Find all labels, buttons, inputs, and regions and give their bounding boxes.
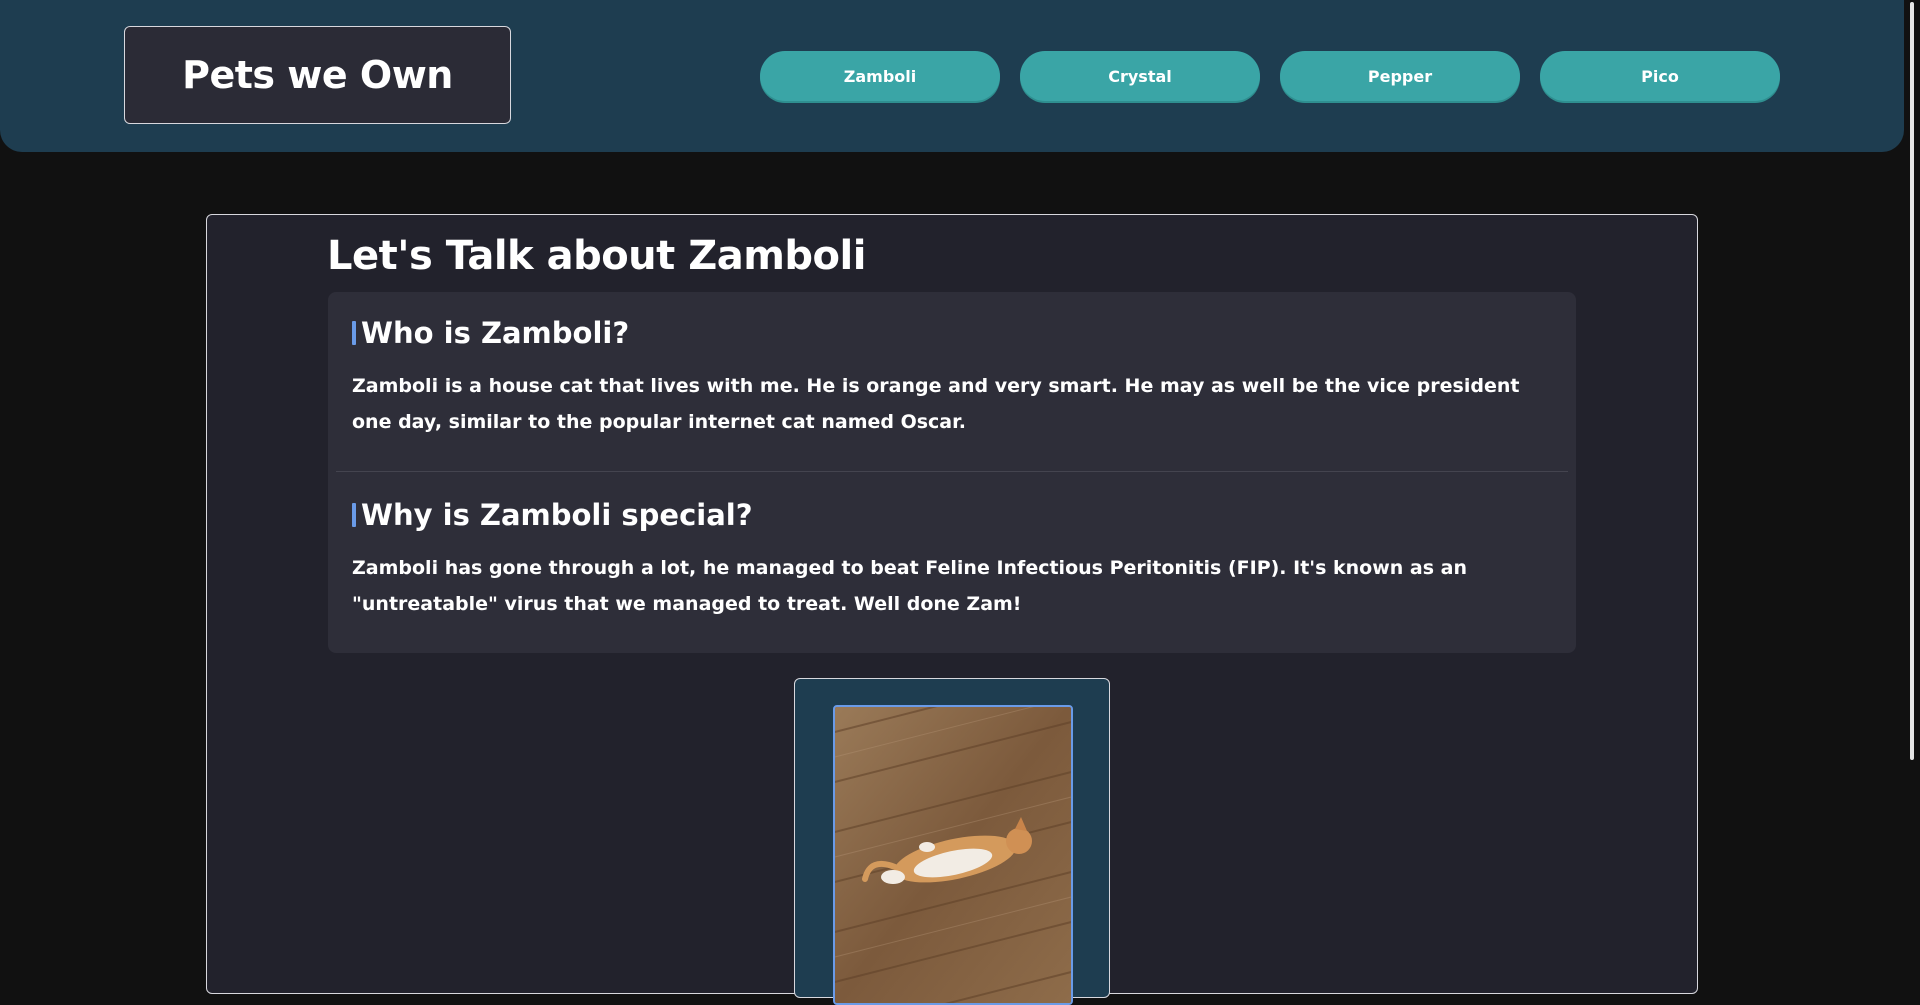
section-heading: Why is Zamboli special?	[352, 498, 1552, 532]
section-heading-text: Who is Zamboli?	[361, 316, 630, 350]
section-heading: Who is Zamboli?	[352, 316, 1552, 350]
pet-nav: Zamboli Crystal Pepper Pico	[760, 51, 1780, 101]
section-why: Why is Zamboli special? Zamboli has gone…	[352, 498, 1552, 622]
scrollbar-thumb[interactable]	[1910, 2, 1914, 760]
site-title: Pets we Own	[124, 26, 511, 124]
cat-photo-illustration	[835, 707, 1071, 1003]
site-header: Pets we Own Zamboli Crystal Pepper Pico	[0, 0, 1904, 152]
section-divider	[336, 471, 1568, 472]
nav-button-crystal[interactable]: Crystal	[1020, 51, 1260, 101]
nav-button-pepper[interactable]: Pepper	[1280, 51, 1520, 101]
accent-bar	[352, 321, 356, 345]
section-body: Zamboli has gone through a lot, he manag…	[352, 557, 1468, 615]
section-heading-text: Why is Zamboli special?	[361, 498, 753, 532]
photo-frame	[794, 678, 1110, 1005]
section-body: Zamboli is a house cat that lives with m…	[352, 375, 1520, 433]
accent-bar	[352, 503, 356, 527]
cat-photo	[833, 705, 1073, 1005]
page-title: Let's Talk about Zamboli	[327, 233, 866, 279]
main-content: Let's Talk about Zamboli Who is Zamboli?…	[206, 214, 1698, 1005]
section-who: Who is Zamboli? Zamboli is a house cat t…	[352, 316, 1552, 440]
nav-button-pico[interactable]: Pico	[1540, 51, 1780, 101]
info-card: Who is Zamboli? Zamboli is a house cat t…	[328, 292, 1576, 653]
nav-button-zamboli[interactable]: Zamboli	[760, 51, 1000, 101]
scrollbar[interactable]	[1904, 0, 1920, 960]
